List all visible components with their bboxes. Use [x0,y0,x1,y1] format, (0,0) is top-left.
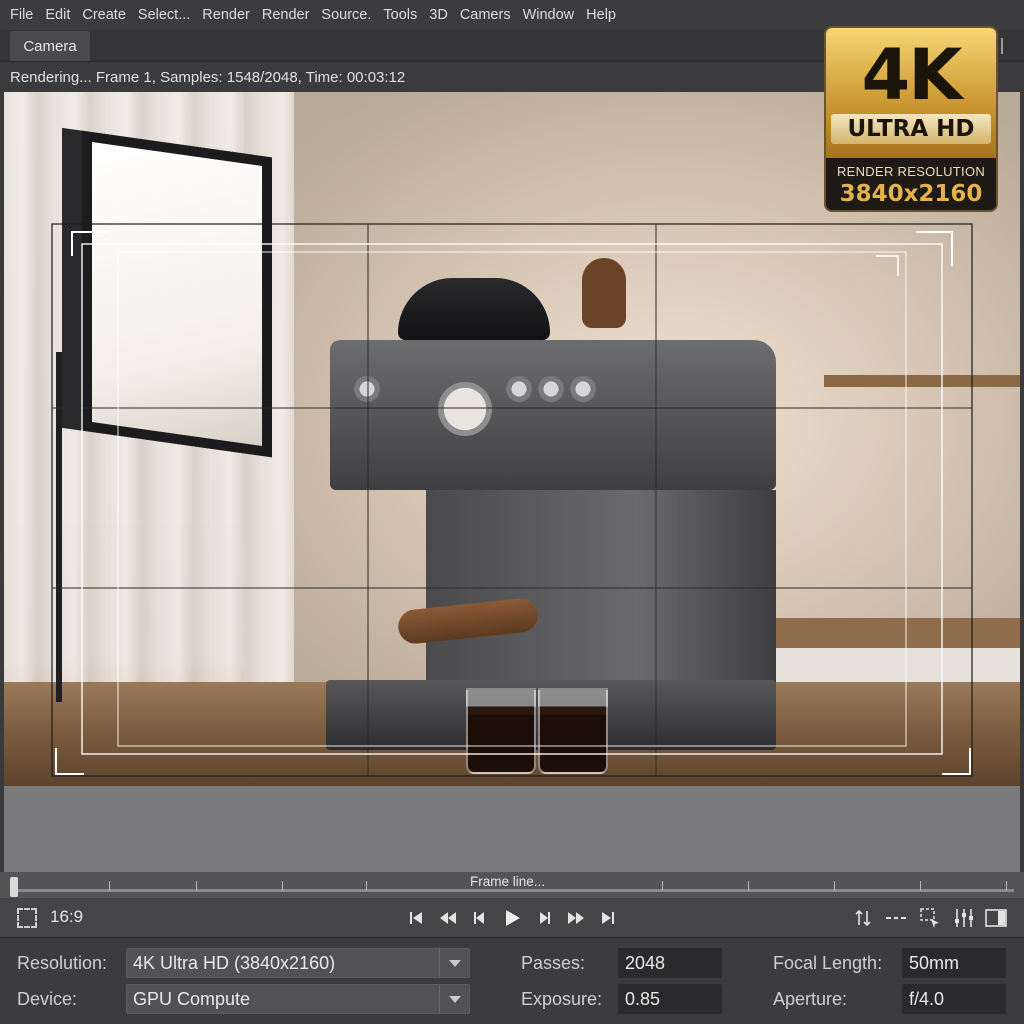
viewport-letterbox [4,786,1020,872]
dashed-line-icon [886,917,906,919]
aperture-field[interactable]: f/4.0 [902,984,1006,1014]
passes-label: Passes: [521,953,586,973]
menu-help[interactable]: Help [580,7,622,23]
timeline[interactable]: Frame line... [0,872,1024,898]
rewind-icon [440,912,456,924]
resolution-dropdown[interactable]: 4K Ultra HD (3840x2160) [126,948,470,978]
play-button[interactable] [500,906,524,930]
region-render-button[interactable] [918,906,942,930]
timeline-playhead[interactable] [10,877,18,897]
exposure-field[interactable]: 0.85 [618,984,722,1014]
levels-icon [955,909,973,927]
action-safe-frame [81,243,943,755]
menu-file[interactable]: File [4,7,39,23]
timeline-tick [662,881,663,891]
aperture-label: Aperture: [773,989,848,1009]
corner-mark-br [942,748,971,775]
timeline-tick [834,881,835,891]
guides-toggle-button[interactable] [884,906,908,930]
menu-3d[interactable]: 3D [423,7,454,23]
render-properties: Resolution: 4K Ultra HD (3840x2160) Devi… [0,939,1024,1024]
skip-end-icon [602,912,614,924]
tab-row-edge [1001,38,1003,54]
skip-to-start-button[interactable] [404,906,428,930]
chevron-down-icon[interactable] [439,949,469,977]
resolution-label: Resolution: [17,953,108,973]
timeline-tick [109,881,110,891]
menu-window[interactable]: Window [517,7,581,23]
timeline-tick [196,881,197,891]
menu-render[interactable]: Render [196,7,256,23]
corner-mark-tr [916,231,953,266]
timeline-tick [282,881,283,891]
focal-length-field[interactable]: 50mm [902,948,1006,978]
corner-mark-inner-tr [876,255,899,276]
menu-render-2[interactable]: Render [256,7,316,23]
menu-select[interactable]: Select... [132,7,196,23]
timeline-tick [366,881,367,891]
panel-toggle-button[interactable] [984,906,1008,930]
sidebar-panel-icon [985,909,1007,927]
device-label: Device: [17,989,78,1009]
playback-controls: 16:9 [0,898,1024,938]
chevron-down-icon[interactable] [439,985,469,1013]
levels-button[interactable] [952,906,976,930]
aspect-ratio-icon[interactable] [17,908,37,928]
resolution-value: 4K Ultra HD (3840x2160) [133,952,336,973]
device-value: GPU Compute [133,988,251,1009]
menu-create[interactable]: Create [76,7,132,23]
fast-forward-button[interactable] [564,906,588,930]
timeline-track[interactable] [10,889,1014,892]
device-dropdown[interactable]: GPU Compute [126,984,470,1014]
exposure-label: Exposure: [521,989,603,1009]
title-safe-frame [117,251,907,747]
aspect-ratio-label[interactable]: 16:9 [50,907,83,927]
skip-to-end-button[interactable] [596,906,620,930]
swap-arrows-icon [855,909,871,927]
skip-start-icon [410,912,422,924]
menu-camera[interactable]: Camers [454,7,517,23]
swap-sort-button[interactable] [852,906,874,930]
tab-camera[interactable]: Camera [10,31,90,61]
focal-length-label: Focal Length: [773,953,883,973]
badge-render-resolution: RENDER RESOLUTION [836,164,986,179]
step-forward-icon [540,912,550,924]
step-back-icon [474,912,484,924]
badge-ultra-hd: ULTRA HD [831,114,991,144]
timeline-label: Frame line... [470,874,546,889]
rewind-button[interactable] [436,906,460,930]
timeline-tick [920,881,921,891]
step-forward-button[interactable] [532,906,556,930]
fast-forward-icon [568,912,584,924]
render-status-text: Rendering... Frame 1, Samples: 1548/2048… [10,68,406,86]
passes-field[interactable]: 2048 [618,948,722,978]
play-icon [506,910,520,926]
corner-mark-bl [55,748,84,775]
menu-source[interactable]: Source. [315,7,377,23]
menu-tools[interactable]: Tools [377,7,423,23]
step-back-button[interactable] [468,906,492,930]
badge-4k-text: 4K [861,34,963,116]
menu-edit[interactable]: Edit [39,7,76,23]
4k-badge: 4K ULTRA HD RENDER RESOLUTION 3840x2160 [824,26,998,212]
timeline-tick [748,881,749,891]
timeline-tick [1006,881,1007,891]
badge-resolution-value: 3840x2160 [839,181,983,207]
region-select-icon [920,908,939,928]
safe-frame-outer [51,223,973,777]
